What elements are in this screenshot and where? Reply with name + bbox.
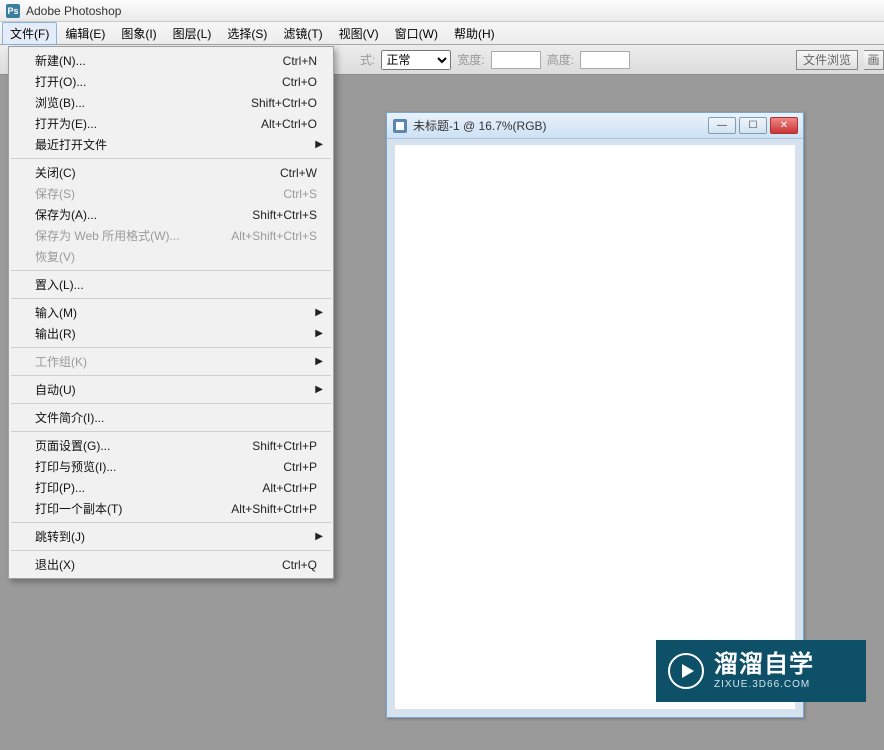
menu-jump-to[interactable]: 跳转到(J)▶ (9, 526, 333, 547)
menu-file-info[interactable]: 文件简介(I)... (9, 407, 333, 428)
document-icon (393, 119, 407, 133)
menu-open[interactable]: 打开(O)...Ctrl+O (9, 71, 333, 92)
menu-help[interactable]: 帮助(H) (446, 22, 503, 45)
play-icon (668, 653, 704, 689)
watermark-url: ZIXUE.3D66.COM (714, 679, 814, 690)
menu-close[interactable]: 关闭(C)Ctrl+W (9, 162, 333, 183)
canvas[interactable] (395, 145, 795, 709)
style-label: 式: (360, 51, 375, 68)
height-label: 高度: (547, 51, 574, 68)
separator (11, 347, 331, 348)
chevron-right-icon: ▶ (315, 384, 323, 395)
maximize-button[interactable]: ☐ (739, 117, 767, 134)
separator (11, 403, 331, 404)
chevron-right-icon: ▶ (315, 328, 323, 339)
chevron-right-icon: ▶ (315, 356, 323, 367)
file-menu-dropdown: 新建(N)...Ctrl+N 打开(O)...Ctrl+O 浏览(B)...Sh… (8, 46, 334, 579)
menu-view[interactable]: 视图(V) (331, 22, 387, 45)
document-title: 未标题-1 @ 16.7%(RGB) (413, 117, 705, 134)
menu-save: 保存(S)Ctrl+S (9, 183, 333, 204)
chevron-right-icon: ▶ (315, 139, 323, 150)
close-button[interactable]: ✕ (770, 117, 798, 134)
menu-page-setup[interactable]: 页面设置(G)...Shift+Ctrl+P (9, 435, 333, 456)
menu-select[interactable]: 选择(S) (219, 22, 275, 45)
chevron-right-icon: ▶ (315, 307, 323, 318)
menu-save-web: 保存为 Web 所用格式(W)...Alt+Shift+Ctrl+S (9, 225, 333, 246)
menu-export[interactable]: 输出(R)▶ (9, 323, 333, 344)
separator (11, 431, 331, 432)
file-browse-button[interactable]: 文件浏览 (796, 50, 858, 70)
menu-exit[interactable]: 退出(X)Ctrl+Q (9, 554, 333, 575)
menu-workgroup: 工作组(K)▶ (9, 351, 333, 372)
menu-import[interactable]: 输入(M)▶ (9, 302, 333, 323)
menu-recent[interactable]: 最近打开文件▶ (9, 134, 333, 155)
menu-window[interactable]: 窗口(W) (387, 22, 446, 45)
menu-image[interactable]: 图象(I) (113, 22, 164, 45)
menu-print[interactable]: 打印(P)...Alt+Ctrl+P (9, 477, 333, 498)
menu-print-one-copy[interactable]: 打印一个副本(T)Alt+Shift+Ctrl+P (9, 498, 333, 519)
menu-layer[interactable]: 图层(L) (165, 22, 220, 45)
width-label: 宽度: (457, 51, 484, 68)
separator (11, 375, 331, 376)
document-frame (387, 139, 803, 717)
watermark-title: 溜溜自学 (714, 652, 814, 678)
separator (11, 298, 331, 299)
separator (11, 522, 331, 523)
menu-place[interactable]: 置入(L)... (9, 274, 333, 295)
menu-browse[interactable]: 浏览(B)...Shift+Ctrl+O (9, 92, 333, 113)
menu-open-as[interactable]: 打开为(E)...Alt+Ctrl+O (9, 113, 333, 134)
document-titlebar[interactable]: 未标题-1 @ 16.7%(RGB) — ☐ ✕ (387, 113, 803, 139)
menu-revert: 恢复(V) (9, 246, 333, 267)
menu-filter[interactable]: 滤镜(T) (275, 22, 330, 45)
separator (11, 158, 331, 159)
document-window[interactable]: 未标题-1 @ 16.7%(RGB) — ☐ ✕ (386, 112, 804, 718)
menu-print-preview[interactable]: 打印与预览(I)...Ctrl+P (9, 456, 333, 477)
menubar: 文件(F) 编辑(E) 图象(I) 图层(L) 选择(S) 滤镜(T) 视图(V… (0, 22, 884, 45)
height-field[interactable] (580, 51, 630, 69)
menu-file[interactable]: 文件(F) (2, 22, 57, 45)
menu-automate[interactable]: 自动(U)▶ (9, 379, 333, 400)
menu-new[interactable]: 新建(N)...Ctrl+N (9, 50, 333, 71)
watermark: 溜溜自学 ZIXUE.3D66.COM (656, 640, 866, 702)
style-select[interactable]: 正常 (381, 50, 451, 70)
separator (11, 550, 331, 551)
width-field[interactable] (491, 51, 541, 69)
draw-button[interactable]: 画 (864, 50, 884, 70)
minimize-button[interactable]: — (708, 117, 736, 134)
separator (11, 270, 331, 271)
menu-edit[interactable]: 编辑(E) (57, 22, 113, 45)
app-title: Adobe Photoshop (26, 4, 121, 18)
menu-save-as[interactable]: 保存为(A)...Shift+Ctrl+S (9, 204, 333, 225)
titlebar: Ps Adobe Photoshop (0, 0, 884, 22)
photoshop-icon: Ps (6, 4, 20, 18)
chevron-right-icon: ▶ (315, 531, 323, 542)
